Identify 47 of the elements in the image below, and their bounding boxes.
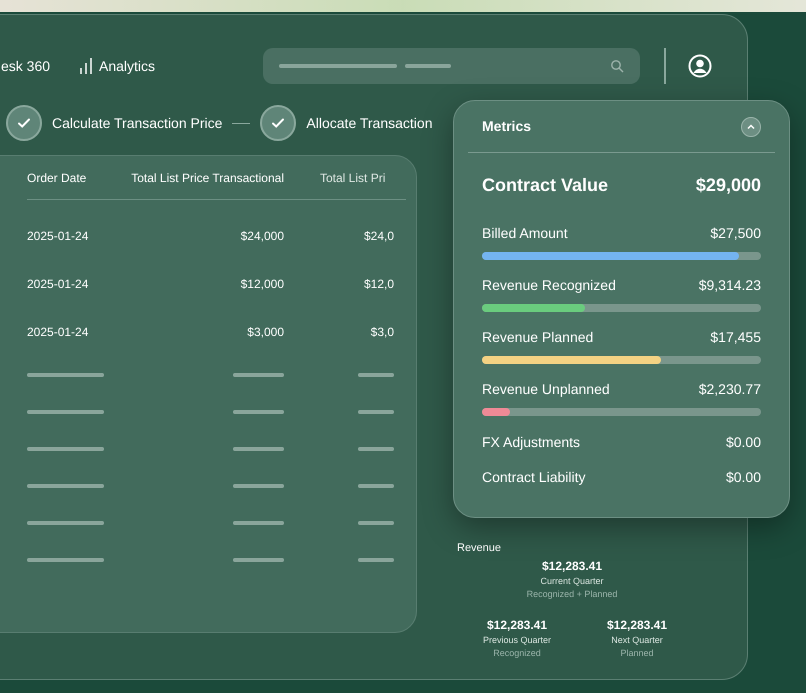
revenue-period: Previous Quarter: [482, 634, 552, 647]
brand-name: esk 360: [1, 56, 52, 76]
step-label: Allocate Transaction: [306, 114, 432, 132]
metric-value: $2,230.77: [698, 380, 761, 399]
revenue-note: Recognized: [493, 647, 541, 660]
table-cell-text: $3,0: [370, 324, 394, 341]
revenue-amount: $12,283.41: [606, 616, 668, 634]
revenue-amount: $12,283.41: [542, 558, 602, 574]
revenue-note: Planned: [620, 647, 654, 660]
metric-value: $17,455: [710, 328, 761, 347]
bar-chart-icon: [79, 57, 93, 75]
table-cell-text: 2025-01-24: [27, 228, 90, 245]
column-header: Order Date: [27, 170, 88, 186]
table-cell-text: 2025-01-24: [27, 324, 90, 341]
table-cell-text: $24,0: [362, 228, 394, 245]
user-avatar-icon[interactable]: [688, 54, 712, 78]
metric-label: Revenue Planned: [482, 328, 594, 347]
metric-value: $27,500: [710, 224, 761, 243]
metric-value: $29,000: [696, 174, 761, 196]
search-icon: [610, 59, 624, 73]
metric-label: Revenue Unplanned: [482, 380, 610, 399]
chevron-icon: [746, 122, 756, 132]
table-cell-text: $3,000: [246, 324, 284, 341]
collapse-button[interactable]: [741, 116, 761, 136]
revenue-note: Recognized + Planned: [526, 588, 618, 601]
metric-value: $0.00: [726, 433, 761, 452]
column-header: Total List Pri: [320, 170, 386, 186]
analytics-link[interactable]: Analytics: [79, 56, 156, 76]
metric-label: Billed Amount: [482, 224, 568, 243]
table-cell-text: $12,0: [362, 276, 394, 293]
table-cell-text: $24,000: [240, 228, 284, 245]
column-header: Total List Price Transactional: [130, 170, 284, 186]
metrics-title: Metrics: [482, 117, 532, 136]
table-cell-text: $12,000: [240, 276, 284, 293]
metric-value: $9,314.23: [698, 276, 761, 295]
revenue-period: Next Quarter: [611, 634, 663, 647]
table-cell-text: 2025-01-24: [27, 276, 90, 293]
metric-label: FX Adjustments: [482, 433, 580, 452]
revenue-title: Revenue: [457, 541, 502, 556]
search-field[interactable]: [263, 48, 640, 84]
revenue-amount: $12,283.41: [486, 616, 548, 634]
step-label: Calculate Transaction Price: [52, 114, 222, 132]
revenue-period: Current Quarter: [540, 574, 604, 588]
metric-label: Contract Value: [482, 174, 608, 196]
metric-value: $0.00: [726, 468, 761, 487]
metric-label: Revenue Recognized: [482, 276, 616, 295]
metric-label: Contract Liability: [482, 468, 586, 487]
